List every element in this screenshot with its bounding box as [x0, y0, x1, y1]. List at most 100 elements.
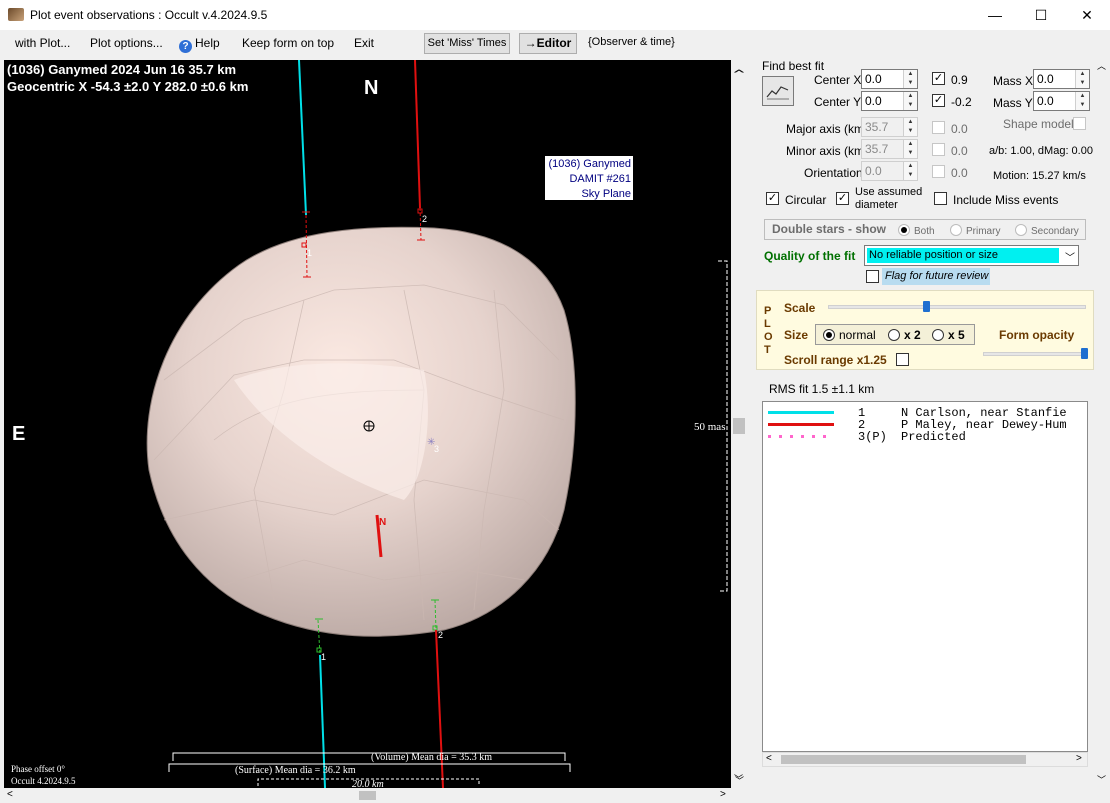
legend-row[interactable]: 3(P) Predicted — [763, 430, 1087, 444]
fit-orientation-checkbox[interactable] — [932, 165, 945, 178]
panel-vertical-scrollbar[interactable]: ︿ ﹀ — [1094, 57, 1110, 787]
panel-left-scroll-up-icon[interactable]: ︿ — [734, 62, 743, 75]
fit-major-checkbox[interactable] — [932, 121, 945, 134]
legend-horizontal-scrollbar[interactable]: < > — [762, 752, 1088, 767]
opacity-slider[interactable] — [983, 352, 1088, 356]
find-best-fit-button[interactable] — [762, 76, 794, 106]
version-label: Occult 4.2024.9.5 — [11, 776, 76, 786]
quality-label: Quality of the fit — [764, 249, 856, 263]
chevron-down-icon: ﹀ — [1065, 253, 1075, 264]
menu-help[interactable]: ? Help — [179, 36, 220, 53]
primary-radio[interactable]: Primary — [950, 224, 1000, 237]
mass-x-input[interactable]: 0.0 ▲ ▼ — [1033, 69, 1090, 89]
motion-label: Motion: 15.27 km/s — [993, 170, 1086, 182]
app-icon — [8, 8, 24, 21]
size-x5-radio[interactable]: x 5 — [932, 328, 965, 342]
secondary-radio[interactable]: Secondary — [1015, 224, 1079, 237]
flag-review-checkbox[interactable] — [866, 270, 879, 283]
title-bar: Plot event observations : Occult v.4.202… — [0, 0, 1110, 30]
size-normal-radio[interactable]: normal — [823, 328, 876, 342]
circular-label: Circular — [785, 193, 827, 207]
major-axis-label: Major axis (km) — [786, 122, 869, 136]
legend-hscroll-thumb[interactable] — [781, 755, 1026, 764]
center-x-input[interactable]: 0.0 ▲ ▼ — [861, 69, 918, 89]
menu-with-plot[interactable]: with Plot... — [15, 36, 70, 50]
fit-y-checkbox[interactable]: ✓ — [932, 94, 945, 107]
scale-label: Scale — [784, 301, 816, 315]
mas-scale-label: 50 mas — [694, 421, 725, 433]
chord-1-upper — [298, 60, 307, 216]
east-label: E — [12, 423, 25, 445]
shape-model-checkbox[interactable] — [1073, 117, 1086, 130]
plot-horizontal-scrollbar[interactable]: < > — [4, 788, 731, 803]
circular-checkbox[interactable]: ✓ — [766, 192, 779, 205]
center-y-label: Center Y — [814, 95, 862, 109]
fit-major-value: 0.0 — [951, 122, 968, 136]
panel-scroll-down-icon[interactable]: ﹀ — [1097, 773, 1106, 786]
chord-1-bottom-label: 1 — [321, 652, 326, 662]
center-y-input[interactable]: 0.0 ▲ ▼ — [861, 91, 918, 111]
menu-keep-on-top[interactable]: Keep form on top — [242, 36, 334, 50]
orientation-label: Orientation — [804, 166, 863, 180]
mass-y-label: Mass Y — [993, 96, 1033, 110]
quality-dropdown[interactable]: No reliable position or size ﹀ — [864, 245, 1079, 266]
scroll-range-checkbox[interactable] — [896, 353, 909, 366]
chord-2-bottom-label: 2 — [438, 630, 443, 640]
rms-fit-label: RMS fit 1.5 ±1.1 km — [769, 382, 875, 396]
size-x2-radio[interactable]: x 2 — [888, 328, 921, 342]
menu-help-label: Help — [195, 36, 220, 50]
plot-svg: 1 1 2 2 ✳ 3 N (1036) Ganymed 2024 Jun 16… — [7, 60, 728, 788]
legend-scroll-left-icon[interactable]: < — [766, 753, 772, 764]
editor-button[interactable]: →Editor — [519, 33, 577, 54]
use-assumed-diameter-checkbox[interactable]: ✓ — [836, 192, 849, 205]
scale-slider-thumb[interactable] — [923, 301, 931, 312]
scale-slider[interactable] — [828, 305, 1086, 309]
minimize-button[interactable]: — — [972, 0, 1018, 30]
both-radio[interactable]: Both — [898, 224, 935, 237]
north-label: N — [364, 77, 378, 99]
plot-canvas[interactable]: 1 1 2 2 ✳ 3 N (1036) Ganymed 2024 Jun 16… — [4, 60, 731, 788]
info-box-line2: DAMIT #261 — [569, 173, 631, 185]
mass-x-label: Mass X — [993, 74, 1034, 88]
legend-scroll-right-icon[interactable]: > — [1076, 753, 1082, 764]
menu-exit[interactable]: Exit — [354, 36, 374, 50]
mass-y-input[interactable]: 0.0 ▲ ▼ — [1033, 91, 1090, 111]
panel-left-scrollbar[interactable]: ︿ ﹀ — [732, 60, 744, 784]
find-best-fit-label: Find best fit — [762, 59, 825, 73]
menu-plot-options[interactable]: Plot options... — [90, 36, 163, 50]
include-miss-checkbox[interactable] — [934, 192, 947, 205]
opacity-slider-thumb[interactable] — [1081, 348, 1088, 359]
fit-graph-icon — [766, 86, 789, 100]
info-box-line3: Sky Plane — [581, 188, 631, 200]
legend-name: Predicted — [901, 430, 966, 444]
plot-header-line1: (1036) Ganymed 2024 Jun 16 35.7 km — [7, 62, 236, 77]
fit-orientation-value: 0.0 — [951, 166, 968, 180]
diameter-label: diameter — [855, 199, 898, 211]
close-button[interactable]: ✕ — [1064, 0, 1110, 30]
major-axis-input[interactable]: 35.7 ▲ ▼ — [861, 117, 918, 137]
size-label: Size — [784, 328, 809, 342]
form-opacity-label: Form opacity — [999, 328, 1075, 342]
use-assumed-label: Use assumed — [855, 186, 923, 198]
plot-settings-box: P L O T Scale Size normal x 2 x 5 Form o… — [756, 290, 1094, 370]
observer-time-label[interactable]: {Observer & time} — [588, 36, 675, 48]
scroll-left-icon[interactable]: < — [7, 789, 13, 800]
ab-dmag-label: a/b: 1.00, dMag: 0.00 — [989, 145, 1093, 157]
fit-x-checkbox[interactable]: ✓ — [932, 72, 945, 85]
panel-left-scroll-down-icon[interactable]: ﹀ — [734, 772, 743, 785]
set-miss-times-button[interactable]: Set 'Miss' Times — [424, 33, 510, 54]
fit-minor-checkbox[interactable] — [932, 143, 945, 156]
minor-axis-input[interactable]: 35.7 ▲ ▼ — [861, 139, 918, 159]
flag-review-label: Flag for future review — [882, 268, 990, 285]
fit-y-value: -0.2 — [951, 95, 972, 109]
shape-model-label: Shape model — [1003, 117, 1074, 131]
include-miss-label: Include Miss events — [953, 193, 1059, 207]
plot-header-line2: Geocentric X -54.3 ±2.0 Y 282.0 ±0.6 km — [7, 79, 248, 94]
scroll-right-icon[interactable]: > — [720, 789, 726, 800]
plot-hscroll-thumb[interactable] — [359, 791, 376, 800]
maximize-button[interactable]: ☐ — [1018, 0, 1064, 30]
orientation-input[interactable]: 0.0 ▲ ▼ — [861, 161, 918, 181]
app-window: Plot event observations : Occult v.4.202… — [0, 0, 1110, 803]
km-scale-label: 20.0 km — [352, 779, 384, 788]
panel-scroll-up-icon[interactable]: ︿ — [1097, 59, 1106, 72]
